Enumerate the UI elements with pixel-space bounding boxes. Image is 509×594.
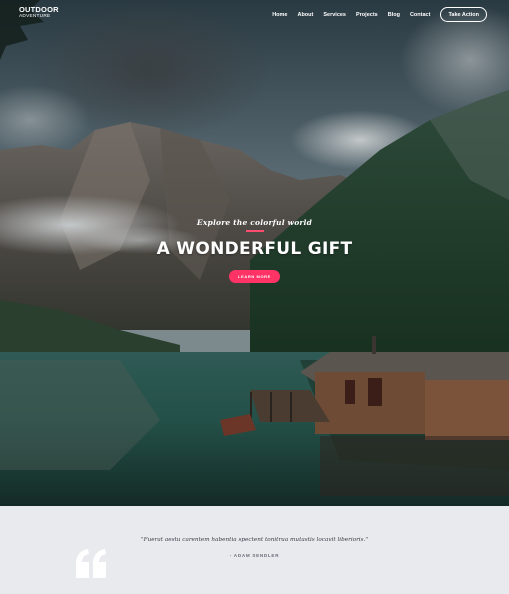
testimonial-section: "Fuerat aestu carentem habentia spectent… <box>0 506 509 594</box>
take-action-button[interactable]: Take Action <box>440 7 487 22</box>
brand-name: OUTDOOR <box>19 5 59 14</box>
nav-item-home[interactable]: Home <box>272 12 287 18</box>
hero-section: OUTDOOR ADVENTURE Home About Services Pr… <box>0 0 509 506</box>
main-nav: Home About Services Projects Blog Contac… <box>262 7 487 22</box>
nav-item-projects[interactable]: Projects <box>356 12 378 18</box>
nav-item-blog[interactable]: Blog <box>388 12 400 18</box>
nav-item-services[interactable]: Services <box>323 12 346 18</box>
hero-content: Explore the colorful world A WONDERFUL G… <box>0 218 509 283</box>
hero-headline: A WONDERFUL GIFT <box>156 238 353 259</box>
nav-item-about[interactable]: About <box>297 12 313 18</box>
brand-logo[interactable]: OUTDOOR ADVENTURE <box>19 6 59 19</box>
hero-eyebrow: Explore the colorful world <box>196 218 313 227</box>
brand-tagline: ADVENTURE <box>19 13 51 19</box>
testimonial-author: - ADAM SENDLER <box>229 553 280 558</box>
learn-more-button[interactable]: LEARN MORE <box>229 269 280 283</box>
testimonial-quote: "Fuerat aestu carentem habentia spectent… <box>141 537 368 543</box>
hero-divider <box>245 230 264 232</box>
nav-item-contact[interactable]: Contact <box>410 12 430 18</box>
